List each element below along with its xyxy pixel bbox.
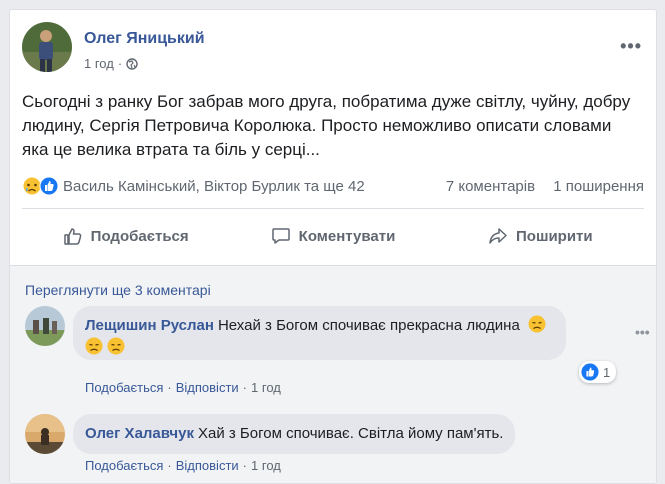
post-counts: 7 коментарів 1 поширення [432,178,644,195]
comment-text: Нехай з Богом спочиває прекрасна людина [217,317,520,334]
comment-bubble: Олег Халавчук Хай з Богом спочиває. Світл… [73,414,516,454]
comment-options-icon[interactable]: ••• [635,324,650,340]
share-icon [489,228,507,244]
comment-reply-link[interactable]: Відповісти [176,380,239,395]
like-button[interactable]: Подобається [22,216,229,256]
shares-count[interactable]: 1 поширення [553,178,644,195]
comment-like-badge[interactable]: 1 [579,361,617,383]
comment-time[interactable]: 1 год [251,380,281,395]
like-reaction-icon [39,176,59,196]
share-label: Поширити [516,227,593,245]
comment-like-count: 1 [603,364,611,380]
share-button[interactable]: Поширити [437,216,644,256]
view-more-comments[interactable]: Переглянути ще 3 коментарі [25,282,211,298]
comment-button[interactable]: Коментувати [229,216,436,256]
post-author[interactable]: Олег Яницький [84,30,205,48]
post-actions: Подобається Коментувати Поширити [22,216,644,256]
reactions-summary[interactable]: Василь Камінський, Віктор Бурлик та ще 4… [63,178,432,195]
reactions-row: Василь Камінський, Віктор Бурлик та ще 4… [22,174,644,198]
comment-icon [271,228,290,244]
comment-actions: Подобається · Відповісти · 1 год [85,380,281,395]
sad-emoji-icon [85,337,103,355]
commenter-avatar[interactable] [25,306,65,346]
comment-label: Коментувати [298,227,396,245]
comments-section: Переглянути ще 3 коментарі Лещишин Русла… [10,265,656,483]
comment-reply-link[interactable]: Відповісти [176,458,239,473]
thumbs-up-icon [63,228,82,245]
divider [22,208,644,209]
sad-emoji-icon [107,337,125,355]
like-reaction-icon [581,363,599,381]
reaction-icons[interactable] [22,176,59,196]
comment-actions: Подобається · Відповісти · 1 год [85,458,281,473]
sad-emoji-icon [528,315,546,333]
post-meta: 1 год · [84,56,138,71]
commenter-avatar[interactable] [25,414,65,454]
post-text: Сьогодні з ранку Бог забрав мого друга, … [22,92,631,159]
post-options-icon[interactable]: ••• [620,36,642,57]
post-card: Олег Яницький 1 год · ••• Сьогодні з ран… [9,9,657,484]
comment-item: Олег Халавчук Хай з Богом спочиває. Світл… [25,414,641,474]
comments-count[interactable]: 7 коментарів [446,178,535,195]
post-header: Олег Яницький 1 год · ••• [22,22,644,82]
comment-item: Лещишин Руслан Нехай з Богом спочиває пре… [25,306,650,395]
comment-like-link[interactable]: Подобається [85,380,163,395]
comment-text: Хай з Богом спочиває. Світла йому пам'ят… [197,425,504,442]
comment-like-link[interactable]: Подобається [85,458,163,473]
commenter-name[interactable]: Лещишин Руслан [85,317,214,334]
globe-icon [126,57,138,70]
comment-bubble: Лещишин Руслан Нехай з Богом спочиває пре… [73,306,566,360]
author-avatar[interactable] [22,22,72,72]
post-time[interactable]: 1 год [84,56,114,71]
like-label: Подобається [90,227,189,245]
commenter-name[interactable]: Олег Халавчук [85,425,194,442]
comment-time[interactable]: 1 год [251,458,281,473]
